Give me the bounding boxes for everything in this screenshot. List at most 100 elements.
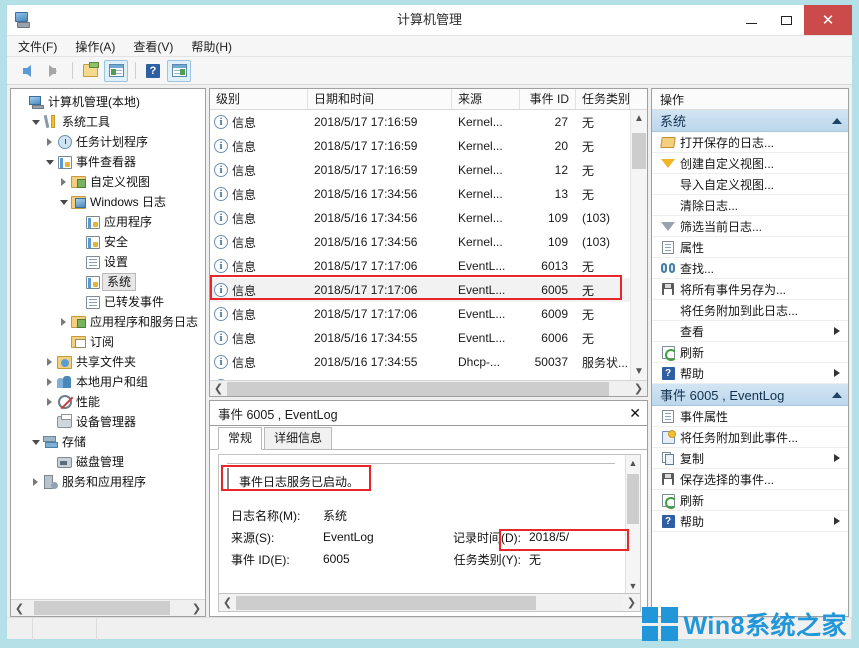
column-header-task-category[interactable]: 任务类别 <box>576 89 630 109</box>
detail-hscroll-track[interactable] <box>236 595 623 611</box>
tree-item-17[interactable]: 存储 <box>11 432 205 452</box>
action-item[interactable]: 刷新 <box>652 490 848 511</box>
tab-details[interactable]: 详细信息 <box>264 427 332 449</box>
expand-arrow-icon[interactable] <box>57 318 70 326</box>
tree-item-3[interactable]: 事件查看器 <box>11 152 205 172</box>
detail-hscroll-thumb[interactable] <box>236 596 536 610</box>
tree-item-18[interactable]: 磁盘管理 <box>11 452 205 472</box>
list-hscroll-track[interactable] <box>227 381 630 397</box>
expand-arrow-icon[interactable] <box>43 138 56 146</box>
show-action-pane-button[interactable] <box>167 60 191 82</box>
collapse-arrow-icon[interactable] <box>43 160 56 165</box>
tree-item-4[interactable]: 自定义视图 <box>11 172 205 192</box>
column-header-source[interactable]: 来源 <box>452 89 520 109</box>
actions-list[interactable]: 系统打开保存的日志...创建自定义视图...导入自定义视图...清除日志...筛… <box>652 110 848 616</box>
table-row[interactable]: i信息2018/5/17 17:16:59Kernel...12无 <box>210 158 630 182</box>
action-item[interactable]: 将所有事件另存为... <box>652 279 848 300</box>
table-row[interactable]: i信息2018/5/16 17:34:55EventL...6006无 <box>210 326 630 350</box>
tree-scroll-track[interactable] <box>28 600 188 616</box>
expand-arrow-icon[interactable] <box>43 398 56 406</box>
action-item[interactable]: 刷新 <box>652 342 848 363</box>
action-item[interactable]: ?帮助 <box>652 511 848 532</box>
list-hscroll-left-button[interactable]: ❮ <box>210 381 227 397</box>
console-tree[interactable]: 计算机管理(本地)系统工具任务计划程序事件查看器自定义视图Windows 日志应… <box>11 89 205 599</box>
action-item[interactable]: 打开保存的日志... <box>652 132 848 153</box>
detail-horizontal-scrollbar[interactable]: ❮ ❯ <box>218 594 641 612</box>
detail-scroll-down-button[interactable]: ▼ <box>626 578 641 593</box>
detail-scroll-thumb[interactable] <box>627 474 639 524</box>
tree-item-8[interactable]: 设置 <box>11 252 205 272</box>
expand-arrow-icon[interactable] <box>43 358 56 366</box>
tree-item-15[interactable]: 性能 <box>11 392 205 412</box>
list-scroll-up-button[interactable]: ▲ <box>631 110 648 127</box>
menu-view[interactable]: 查看(V) <box>133 36 182 57</box>
tree-item-9[interactable]: 系统 <box>11 272 205 292</box>
help-button[interactable]: ? <box>141 60 165 82</box>
action-item[interactable]: 将任务附加到此日志... <box>652 300 848 321</box>
tree-item-0[interactable]: 计算机管理(本地) <box>11 92 205 112</box>
tree-item-7[interactable]: 安全 <box>11 232 205 252</box>
tree-item-14[interactable]: 本地用户和组 <box>11 372 205 392</box>
action-item[interactable]: 将任务附加到此事件... <box>652 427 848 448</box>
action-item[interactable]: 清除日志... <box>652 195 848 216</box>
menu-help[interactable]: 帮助(H) <box>191 36 241 57</box>
back-button[interactable] <box>15 60 39 82</box>
action-item[interactable]: 事件属性 <box>652 406 848 427</box>
action-item[interactable]: 筛选当前日志... <box>652 216 848 237</box>
event-list-vertical-scrollbar[interactable]: ▲ ▼ <box>630 110 647 380</box>
tree-item-2[interactable]: 任务计划程序 <box>11 132 205 152</box>
collapse-arrow-icon[interactable] <box>29 440 42 445</box>
tree-item-13[interactable]: 共享文件夹 <box>11 352 205 372</box>
tree-scroll-right-button[interactable]: ❯ <box>188 600 205 616</box>
list-scroll-track[interactable] <box>631 127 648 363</box>
action-item[interactable]: 查找... <box>652 258 848 279</box>
tab-general[interactable]: 常规 <box>218 427 262 450</box>
show-console-tree-button[interactable] <box>104 60 128 82</box>
submenu-arrow-icon[interactable] <box>834 327 840 335</box>
list-scroll-thumb[interactable] <box>632 133 646 169</box>
tree-item-1[interactable]: 系统工具 <box>11 112 205 132</box>
menu-file[interactable]: 文件(F) <box>18 36 66 57</box>
column-header-datetime[interactable]: 日期和时间 <box>308 89 452 109</box>
table-row[interactable]: i信息2018/5/17 17:16:59Kernel...20无 <box>210 134 630 158</box>
action-item[interactable]: 创建自定义视图... <box>652 153 848 174</box>
forward-button[interactable] <box>41 60 65 82</box>
submenu-arrow-icon[interactable] <box>834 454 840 462</box>
tree-item-16[interactable]: 设备管理器 <box>11 412 205 432</box>
chevron-up-icon[interactable] <box>832 118 842 124</box>
maximize-button[interactable] <box>769 5 804 35</box>
close-button[interactable]: ✕ <box>804 5 852 35</box>
collapse-arrow-icon[interactable] <box>57 200 70 205</box>
tree-item-10[interactable]: 已转发事件 <box>11 292 205 312</box>
detail-scroll-up-button[interactable]: ▲ <box>626 455 641 470</box>
detail-close-icon[interactable]: ✕ <box>629 405 641 422</box>
expand-arrow-icon[interactable] <box>43 378 56 386</box>
tree-item-5[interactable]: Windows 日志 <box>11 192 205 212</box>
table-row[interactable]: i信息2018/5/16 17:34:55Dhcp-...50037服务状... <box>210 350 630 374</box>
submenu-arrow-icon[interactable] <box>834 369 840 377</box>
table-row[interactable]: i信息2018/5/16 17:34:56Kernel...109(103) <box>210 206 630 230</box>
tree-scroll-thumb[interactable] <box>34 601 170 615</box>
up-folder-button[interactable] <box>78 60 102 82</box>
submenu-arrow-icon[interactable] <box>834 517 840 525</box>
table-row[interactable]: i信息2018/5/17 17:17:06EventL...6013无 <box>210 254 630 278</box>
chevron-up-icon[interactable] <box>832 392 842 398</box>
list-hscroll-thumb[interactable] <box>227 382 609 396</box>
table-row[interactable]: i信息2018/5/16 17:34:56Kernel...109(103) <box>210 230 630 254</box>
list-scroll-down-button[interactable]: ▼ <box>631 363 648 380</box>
table-row[interactable]: i信息2018/5/17 17:16:59Kernel...27无 <box>210 110 630 134</box>
table-row[interactable]: i信息2018/5/17 17:17:06EventL...6009无 <box>210 302 630 326</box>
action-item[interactable]: 保存选择的事件... <box>652 469 848 490</box>
action-item[interactable]: 导入自定义视图... <box>652 174 848 195</box>
collapse-arrow-icon[interactable] <box>29 120 42 125</box>
tree-horizontal-scrollbar[interactable]: ❮ ❯ <box>11 599 205 616</box>
list-hscroll-right-button[interactable]: ❯ <box>630 381 647 397</box>
minimize-button[interactable] <box>734 5 769 35</box>
actions-group-header-1[interactable]: 事件 6005 , EventLog <box>652 384 848 406</box>
tree-item-11[interactable]: 应用程序和服务日志 <box>11 312 205 332</box>
action-item[interactable]: 复制 <box>652 448 848 469</box>
detail-scroll-track[interactable] <box>626 470 641 578</box>
action-item[interactable]: ?帮助 <box>652 363 848 384</box>
event-rows[interactable]: i信息2018/5/17 17:16:59Kernel...27无i信息2018… <box>210 110 630 380</box>
table-row[interactable]: i信息2018/5/17 17:17:06EventL...6005无 <box>210 278 630 302</box>
